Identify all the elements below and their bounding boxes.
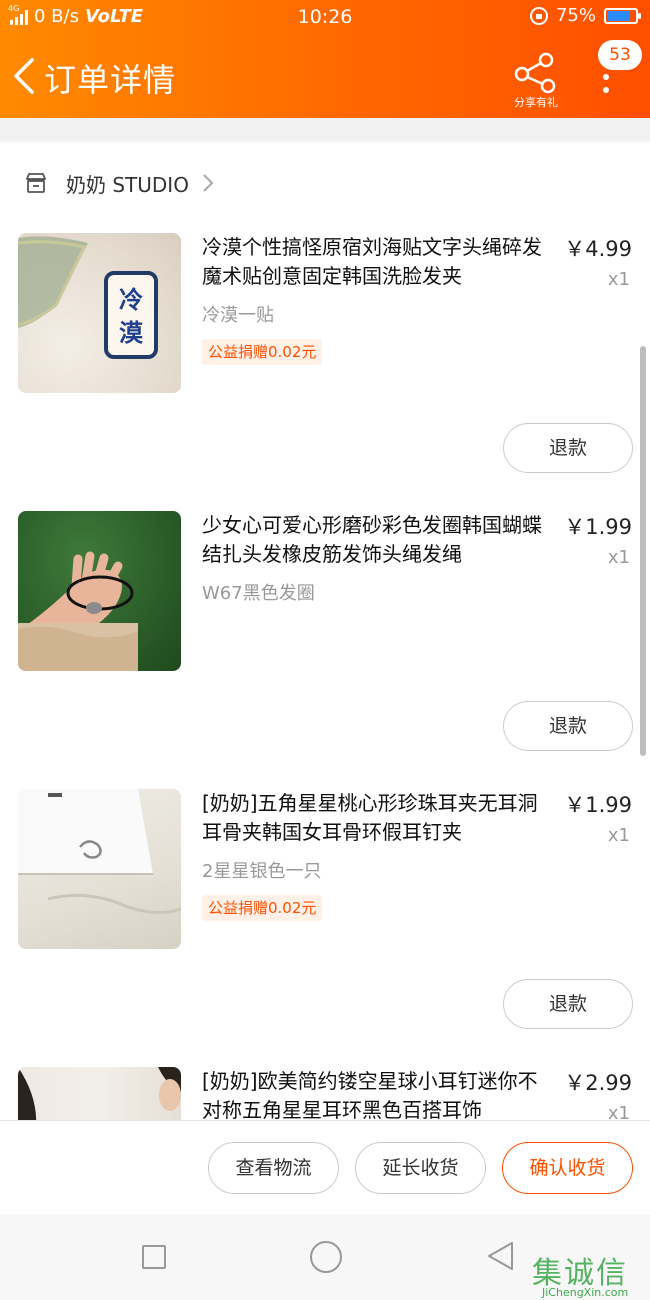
- product-image[interactable]: [18, 511, 181, 671]
- watermark-url: JiChengXin.com: [542, 1286, 629, 1299]
- battery-icon: [604, 7, 641, 24]
- item-price: ￥2.99: [564, 1071, 632, 1095]
- item-quantity: x1: [607, 269, 630, 290]
- share-button[interactable]: 分享有礼: [508, 50, 564, 112]
- item-price: ￥1.99: [564, 793, 632, 817]
- item-quantity: x1: [607, 547, 630, 568]
- item-sku: W67黑色发圈: [202, 583, 315, 604]
- confirm-receipt-button[interactable]: 确认收货: [502, 1142, 633, 1194]
- thumb-text-1: 冷: [119, 286, 143, 314]
- shop-name: 奶奶 STUDIO: [66, 172, 189, 197]
- bottom-action-bar: 查看物流 延长收货 确认收货: [0, 1120, 650, 1214]
- more-menu-button[interactable]: 53: [592, 40, 642, 110]
- battery-percent: 75%: [555, 5, 596, 26]
- share-icon: [514, 52, 556, 94]
- recent-apps-icon[interactable]: [142, 1245, 166, 1269]
- back-icon[interactable]: [10, 56, 40, 96]
- status-right: 75%: [529, 5, 641, 26]
- product-photo-earring: [18, 1067, 181, 1120]
- item-quantity: x1: [607, 1103, 630, 1120]
- shop-row[interactable]: 奶奶 STUDIO: [0, 142, 650, 224]
- item-price: ￥1.99: [564, 515, 632, 539]
- item-sku: 冷漠一贴: [202, 305, 274, 326]
- rotation-lock-icon: [529, 6, 548, 25]
- thumb-text-2: 漠: [119, 319, 144, 347]
- product-photo-hair-tie: [18, 551, 138, 671]
- order-content: 奶奶 STUDIO 冷 漠 冷漠个性搞怪原宿刘海贴文字头绳碎发魔术贴创意固定韩国…: [0, 142, 650, 1120]
- item-title: 冷漠个性搞怪原宿刘海贴文字头绳碎发魔术贴创意固定韩国洗脸发夹: [202, 235, 542, 288]
- page-title: 订单详情: [44, 61, 177, 99]
- battery-level-fill: [607, 10, 630, 21]
- refund-button[interactable]: 退款: [503, 423, 633, 473]
- home-icon[interactable]: [310, 1241, 342, 1273]
- refund-button[interactable]: 退款: [503, 979, 633, 1029]
- store-icon: [26, 173, 46, 193]
- item-title: [奶奶]五角星星桃心形珍珠耳夹无耳洞耳骨夹韩国女耳骨环假耳钉夹: [202, 791, 538, 844]
- product-image[interactable]: [18, 789, 181, 949]
- more-dots-icon: [603, 74, 609, 100]
- item-title: [奶奶]欧美简约镂空星球小耳钉迷你不对称五角星星耳环黑色百搭耳饰: [202, 1069, 538, 1120]
- app-header: 4G 0 B/s VoLTE 10:26 75% 订单详情 分享有礼 53: [0, 0, 650, 118]
- order-item[interactable]: 少女心可爱心形磨砂彩色发圈韩国蝴蝶结扎头发橡皮筋发饰头绳发绳 ￥1.99 x1 …: [0, 511, 650, 789]
- share-label: 分享有礼: [508, 94, 564, 112]
- message-count-badge: 53: [598, 40, 642, 70]
- refund-button[interactable]: 退款: [503, 701, 633, 751]
- order-item[interactable]: [奶奶]欧美简约镂空星球小耳钉迷你不对称五角星星耳环黑色百搭耳饰 ￥2.99 x…: [0, 1067, 650, 1120]
- order-item[interactable]: 冷 漠 冷漠个性搞怪原宿刘海贴文字头绳碎发魔术贴创意固定韩国洗脸发夹 ￥4.99…: [0, 233, 650, 511]
- chevron-right-icon: [203, 174, 214, 192]
- extend-receipt-button[interactable]: 延长收货: [355, 1142, 486, 1194]
- back-nav-icon[interactable]: [484, 1240, 516, 1272]
- view-logistics-button[interactable]: 查看物流: [208, 1142, 339, 1194]
- product-image[interactable]: 冷 漠: [18, 233, 181, 393]
- item-sku: 2星星银色一只: [202, 861, 322, 882]
- charity-badge: 公益捐赠0.02元: [202, 339, 323, 365]
- nav-bar: 订单详情 分享有礼 53: [0, 40, 650, 114]
- item-price: ￥4.99: [564, 237, 632, 261]
- product-photo-hair-patch: 冷 漠: [18, 236, 158, 359]
- status-bar: 4G 0 B/s VoLTE 10:26 75%: [0, 0, 650, 34]
- order-item[interactable]: [奶奶]五角星星桃心形珍珠耳夹无耳洞耳骨夹韩国女耳骨环假耳钉夹 ￥1.99 x1…: [0, 789, 650, 1067]
- product-photo-ear-clip: [18, 789, 181, 914]
- product-image[interactable]: [18, 1067, 181, 1120]
- scrollbar-thumb[interactable]: [640, 346, 646, 756]
- watermark: 集诚信 JiChengXin.com: [532, 1248, 650, 1300]
- charity-badge: 公益捐赠0.02元: [202, 895, 323, 921]
- item-quantity: x1: [607, 825, 630, 846]
- item-title: 少女心可爱心形磨砂彩色发圈韩国蝴蝶结扎头发橡皮筋发饰头绳发绳: [202, 513, 542, 566]
